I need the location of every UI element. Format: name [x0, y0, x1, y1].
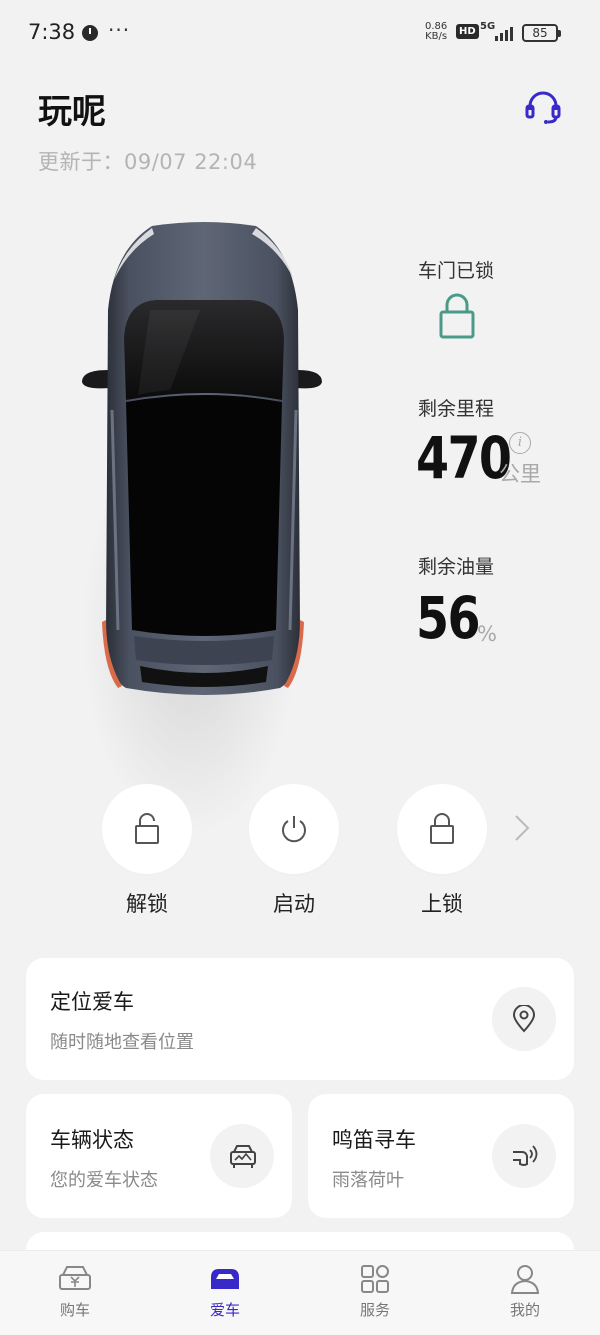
range-value: 470	[416, 424, 512, 492]
status-bar: 7:38 ··· 0.86 KB/s HD 5G 85	[0, 0, 600, 64]
car-image	[60, 210, 350, 770]
honk-find-car-subtitle: 雨落荷叶	[332, 1170, 404, 1191]
clock-icon	[82, 25, 98, 41]
vehicle-status-card[interactable]: 车辆状态 您的爱车状态	[26, 1094, 292, 1218]
nav-services-label: 服务	[359, 1301, 390, 1319]
unlock-icon	[135, 813, 159, 844]
honk-find-car-card[interactable]: 鸣笛寻车 雨落荷叶	[308, 1094, 574, 1218]
vehicle-status-subtitle: 您的爱车状态	[50, 1170, 158, 1191]
power-icon	[282, 816, 306, 843]
lock-icon	[430, 813, 454, 844]
my-car-icon	[211, 1269, 239, 1289]
range-label: 剩余里程	[418, 398, 495, 420]
page-title: 玩呢	[38, 92, 106, 132]
locate-car-title: 定位爱车	[50, 990, 134, 1014]
unlock-button[interactable]: 解锁	[101, 784, 193, 918]
nav-my-car[interactable]: 爱车	[175, 1263, 275, 1320]
start-label: 启动	[273, 892, 315, 916]
buy-car-icon	[59, 1266, 91, 1290]
car-status-icon	[210, 1124, 274, 1188]
update-time: 更新于：09/07 22:04	[38, 150, 258, 174]
nav-my-car-label: 爱车	[209, 1301, 240, 1319]
nav-buy-car-label: 购车	[59, 1301, 90, 1319]
more-controls-button[interactable]	[510, 812, 534, 844]
nav-buy-car[interactable]: 购车	[25, 1263, 125, 1320]
network-speed-unit: KB/s	[425, 31, 448, 42]
horn-icon	[492, 1124, 556, 1188]
lock-button[interactable]: 上锁	[396, 784, 488, 918]
unlock-label: 解锁	[126, 892, 168, 916]
profile-icon	[510, 1265, 540, 1294]
more-notifications-icon: ···	[108, 18, 131, 42]
fuel-unit: %	[477, 622, 497, 646]
status-time: 7:38	[28, 20, 76, 44]
signal-icon	[493, 25, 517, 41]
hd-badge: HD	[456, 24, 479, 39]
bottom-nav: 购车 爱车 服务 我的	[0, 1250, 600, 1335]
locate-car-card[interactable]: 定位爱车 随时随地查看位置	[26, 958, 574, 1080]
fuel-value: 56	[416, 584, 481, 652]
nav-services[interactable]: 服务	[325, 1263, 425, 1320]
range-unit: 公里	[499, 462, 541, 486]
fuel-label: 剩余油量	[418, 556, 495, 578]
door-locked-icon	[438, 292, 476, 340]
customer-service-button[interactable]	[522, 86, 564, 128]
location-pin-icon	[492, 987, 556, 1051]
nav-profile-label: 我的	[509, 1301, 540, 1319]
network-speed: 0.86 KB/s	[425, 22, 447, 42]
door-status-label: 车门已锁	[418, 260, 495, 282]
honk-find-car-title: 鸣笛寻车	[332, 1128, 416, 1152]
vehicle-status-title: 车辆状态	[50, 1128, 134, 1152]
start-button[interactable]: 启动	[248, 784, 340, 918]
locate-car-subtitle: 随时随地查看位置	[50, 1032, 194, 1053]
battery-icon: 85	[522, 24, 561, 42]
services-grid-icon	[361, 1265, 389, 1293]
range-info-icon[interactable]: i	[509, 432, 531, 454]
headset-icon	[525, 91, 561, 124]
nav-profile[interactable]: 我的	[475, 1263, 575, 1320]
lock-label: 上锁	[421, 892, 463, 916]
chevron-right-icon	[515, 815, 530, 841]
